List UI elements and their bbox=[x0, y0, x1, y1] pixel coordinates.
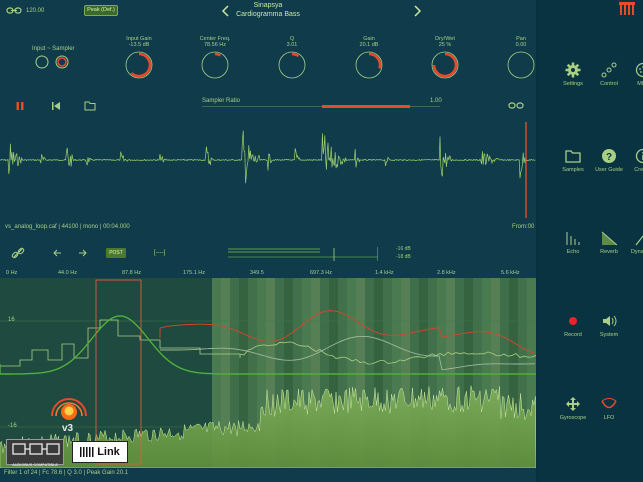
knob-value-0: -13.5 dB bbox=[128, 42, 150, 48]
meter-top-label: -16 dB bbox=[396, 246, 411, 252]
sample-info: vs_analog_loop.caf | 44100 | mono | 00:0… bbox=[5, 224, 130, 230]
audiobus-badge[interactable]: AUDIOBUS COMPATIBLE bbox=[6, 439, 64, 467]
knob-1[interactable] bbox=[200, 50, 230, 80]
sampler-ratio-fill bbox=[322, 105, 410, 108]
knob-0[interactable] bbox=[124, 50, 154, 80]
sidebar-item-samples[interactable]: Samples bbox=[553, 148, 593, 173]
meter-bottom-label: -18 dB bbox=[396, 254, 411, 260]
menu-bars-icon[interactable] bbox=[619, 2, 635, 16]
pause-icon[interactable] bbox=[15, 101, 25, 111]
sampler-ratio-label: Sampler Ratio bbox=[202, 98, 241, 104]
post-button[interactable]: POST bbox=[106, 248, 126, 258]
knob-value-2: 3.01 bbox=[286, 42, 298, 48]
sidebar-item-system[interactable]: System bbox=[589, 313, 629, 338]
link-badge[interactable]: Link bbox=[72, 441, 128, 463]
link-bars-icon bbox=[80, 447, 94, 457]
freq-label-4: 349.5 bbox=[250, 270, 264, 276]
freq-label-0: 0 Hz bbox=[6, 270, 18, 276]
sidebar-item-label: Settings bbox=[563, 81, 583, 87]
sidebar-item-dynamics[interactable]: Dynamics bbox=[623, 230, 643, 255]
sidebar-item-label: System bbox=[599, 332, 619, 338]
freq-label-7: 2.8 kHz bbox=[437, 270, 456, 276]
sidebar-item-label: Credits bbox=[634, 167, 643, 173]
svg-text:?: ? bbox=[606, 152, 612, 163]
from-label: From:00 bbox=[512, 224, 535, 230]
knob-arc-4 bbox=[432, 52, 458, 78]
input-selector[interactable] bbox=[34, 54, 70, 70]
knob-3[interactable] bbox=[354, 50, 384, 80]
sampler-ratio-value: 1.00 bbox=[430, 98, 442, 104]
gyroscope-icon bbox=[566, 397, 580, 411]
top-bar: 120.00 Peak (Def.) Sinapsya Cardiogramma… bbox=[0, 0, 536, 22]
sidebar-item-lfo[interactable]: LFO bbox=[589, 396, 629, 421]
filter-status: Filter 1 of 24 | Fc 78.6 | Q 3.0 | Peak … bbox=[4, 470, 129, 476]
knob-arc-0 bbox=[130, 52, 152, 78]
sidebar-item-gyroscope[interactable]: Gyroscope bbox=[553, 396, 593, 421]
midi-port-icon bbox=[635, 62, 643, 78]
freq-label-2: 87.8 Hz bbox=[122, 270, 141, 276]
knob-4[interactable] bbox=[430, 50, 460, 80]
arrow-left-icon[interactable] bbox=[52, 249, 62, 257]
freq-label-3: 175.1 Hz bbox=[183, 270, 206, 276]
v3-logo: v3 bbox=[51, 398, 87, 434]
sidebar-item-label: MIDI bbox=[637, 81, 643, 87]
waveform-display[interactable] bbox=[0, 118, 536, 220]
help-icon: ? bbox=[602, 149, 616, 163]
speaker-icon bbox=[603, 315, 617, 327]
input-label: Input ~ Sampler bbox=[32, 46, 75, 52]
chain-link-icon[interactable] bbox=[11, 246, 25, 260]
rewind-icon[interactable] bbox=[51, 101, 61, 111]
knob-arc-1 bbox=[214, 52, 221, 57]
folder-icon bbox=[565, 150, 581, 163]
freq-label-6: 1.4 kHz bbox=[375, 270, 394, 276]
knob-value-1: 78.56 Hz bbox=[203, 42, 226, 48]
record-icon bbox=[569, 317, 577, 325]
sync-link-icon[interactable] bbox=[508, 101, 524, 110]
knob-arc-2 bbox=[291, 52, 300, 58]
spectrum-analyzer[interactable] bbox=[0, 278, 536, 468]
next-preset-icon[interactable] bbox=[412, 5, 422, 17]
link-text: Link bbox=[97, 446, 120, 458]
freq-label-5: 697.3 Hz bbox=[310, 270, 333, 276]
link-chain-icon bbox=[601, 62, 617, 78]
previous-preset-icon[interactable] bbox=[221, 5, 231, 17]
knob-5[interactable] bbox=[506, 50, 536, 80]
sidebar-item-label: Echo bbox=[566, 249, 580, 255]
dynamics-icon bbox=[635, 235, 643, 246]
sidebar-item-credits[interactable]: Credits bbox=[623, 148, 643, 173]
sidebar-item-label: Dynamics bbox=[630, 249, 643, 255]
reverb-icon bbox=[601, 231, 617, 246]
info-icon bbox=[635, 148, 643, 164]
audiobus-text: AUDIOBUS COMPATIBLE bbox=[12, 463, 58, 467]
level-meter bbox=[228, 247, 378, 261]
preset-title: Sinapsya bbox=[253, 2, 283, 9]
knob-value-4: 25 % bbox=[438, 42, 452, 48]
knob-value-3: 20.1 dB bbox=[359, 42, 379, 48]
main-panel: 120.00 Peak (Def.) Sinapsya Cardiogramma… bbox=[0, 0, 536, 482]
echo-icon bbox=[566, 232, 580, 245]
arrow-right-icon[interactable] bbox=[78, 249, 88, 257]
freq-label-8: 5.6 kHz bbox=[501, 270, 520, 276]
sidebar-item-midi[interactable]: MIDI bbox=[623, 62, 643, 87]
preset-subtitle: Cardiogramma Bass bbox=[236, 11, 300, 18]
y-axis-top-label: 16 bbox=[8, 317, 15, 323]
sidebar-item-label: Samples bbox=[562, 167, 584, 173]
sampler-ratio-slider[interactable] bbox=[202, 105, 440, 108]
sidebar-item-label: LFO bbox=[603, 415, 615, 421]
sidebar-item-settings[interactable]: Settings bbox=[553, 62, 593, 87]
freq-label-1: 44.0 Hz bbox=[58, 270, 77, 276]
y-axis-bottom-label: -16 bbox=[8, 423, 17, 429]
gear-icon bbox=[565, 62, 581, 78]
knob-2[interactable] bbox=[277, 50, 307, 80]
folder-icon[interactable] bbox=[84, 100, 96, 111]
sidebar-item-label: Gyroscope bbox=[559, 415, 587, 421]
audiobus-logo-icon bbox=[12, 443, 60, 455]
sidebar: SettingsControlMIDISamples?User GuideCre… bbox=[536, 0, 643, 482]
sidebar-item-echo[interactable]: Echo bbox=[553, 230, 593, 255]
sidebar-item-label: Record bbox=[564, 332, 582, 338]
v3-text: v3 bbox=[62, 423, 74, 434]
bracket-toggle[interactable]: [----] bbox=[154, 250, 165, 256]
sidebar-item-record[interactable]: Record bbox=[553, 313, 593, 338]
lfo-icon bbox=[601, 398, 617, 409]
